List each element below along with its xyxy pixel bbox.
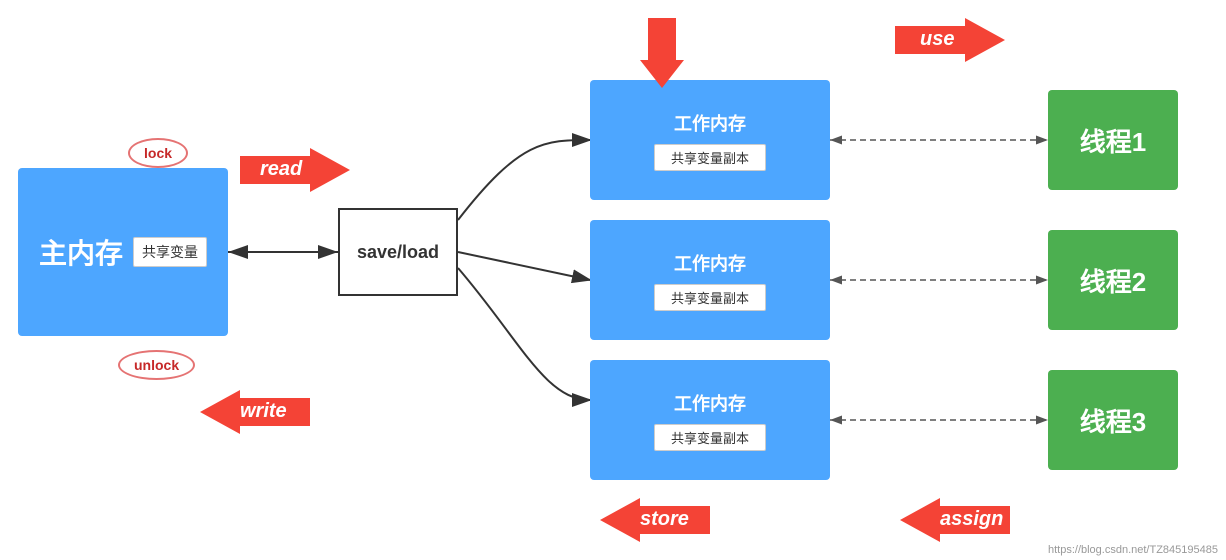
assign-label: assign <box>930 505 1013 534</box>
work-memory-2-label: 工作内存 <box>674 250 746 276</box>
shared-var-copy-1: 共享变量副本 <box>654 144 766 171</box>
shared-var-copy-2: 共享变量副本 <box>654 284 766 311</box>
diagram: 主内存 共享变量 save/load 工作内存 共享变量副本 工作内存 共享变量… <box>0 0 1226 560</box>
thread-2-box: 线程2 <box>1048 230 1178 330</box>
thread-1-label: 线程1 <box>1080 122 1146 159</box>
thread-3-label: 线程3 <box>1080 402 1146 439</box>
saveload-box: save/load <box>338 208 458 296</box>
main-memory-box: 主内存 共享变量 <box>18 168 228 336</box>
thread-1-box: 线程1 <box>1048 90 1178 190</box>
write-label: write <box>230 397 297 426</box>
unlock-label: unlock <box>118 350 195 380</box>
watermark: https://blog.csdn.net/TZ845195485 <box>1048 544 1218 556</box>
work-memory-3-label: 工作内存 <box>674 390 746 416</box>
load-label: load <box>595 20 656 49</box>
lock-label: lock <box>128 138 188 168</box>
saveload-label: save/load <box>357 242 439 263</box>
work-memory-3: 工作内存 共享变量副本 <box>590 360 830 480</box>
work-memory-2: 工作内存 共享变量副本 <box>590 220 830 340</box>
store-label: store <box>630 505 699 534</box>
shared-var-copy-3: 共享变量副本 <box>654 424 766 451</box>
main-memory-label: 主内存 <box>39 232 123 272</box>
thread-3-box: 线程3 <box>1048 370 1178 470</box>
work-memory-1: 工作内存 共享变量副本 <box>590 80 830 200</box>
thread-2-label: 线程2 <box>1080 262 1146 299</box>
shared-var-box: 共享变量 <box>133 237 207 267</box>
use-label: use <box>910 25 964 54</box>
read-label: read <box>250 155 312 184</box>
work-memory-1-label: 工作内存 <box>674 110 746 136</box>
